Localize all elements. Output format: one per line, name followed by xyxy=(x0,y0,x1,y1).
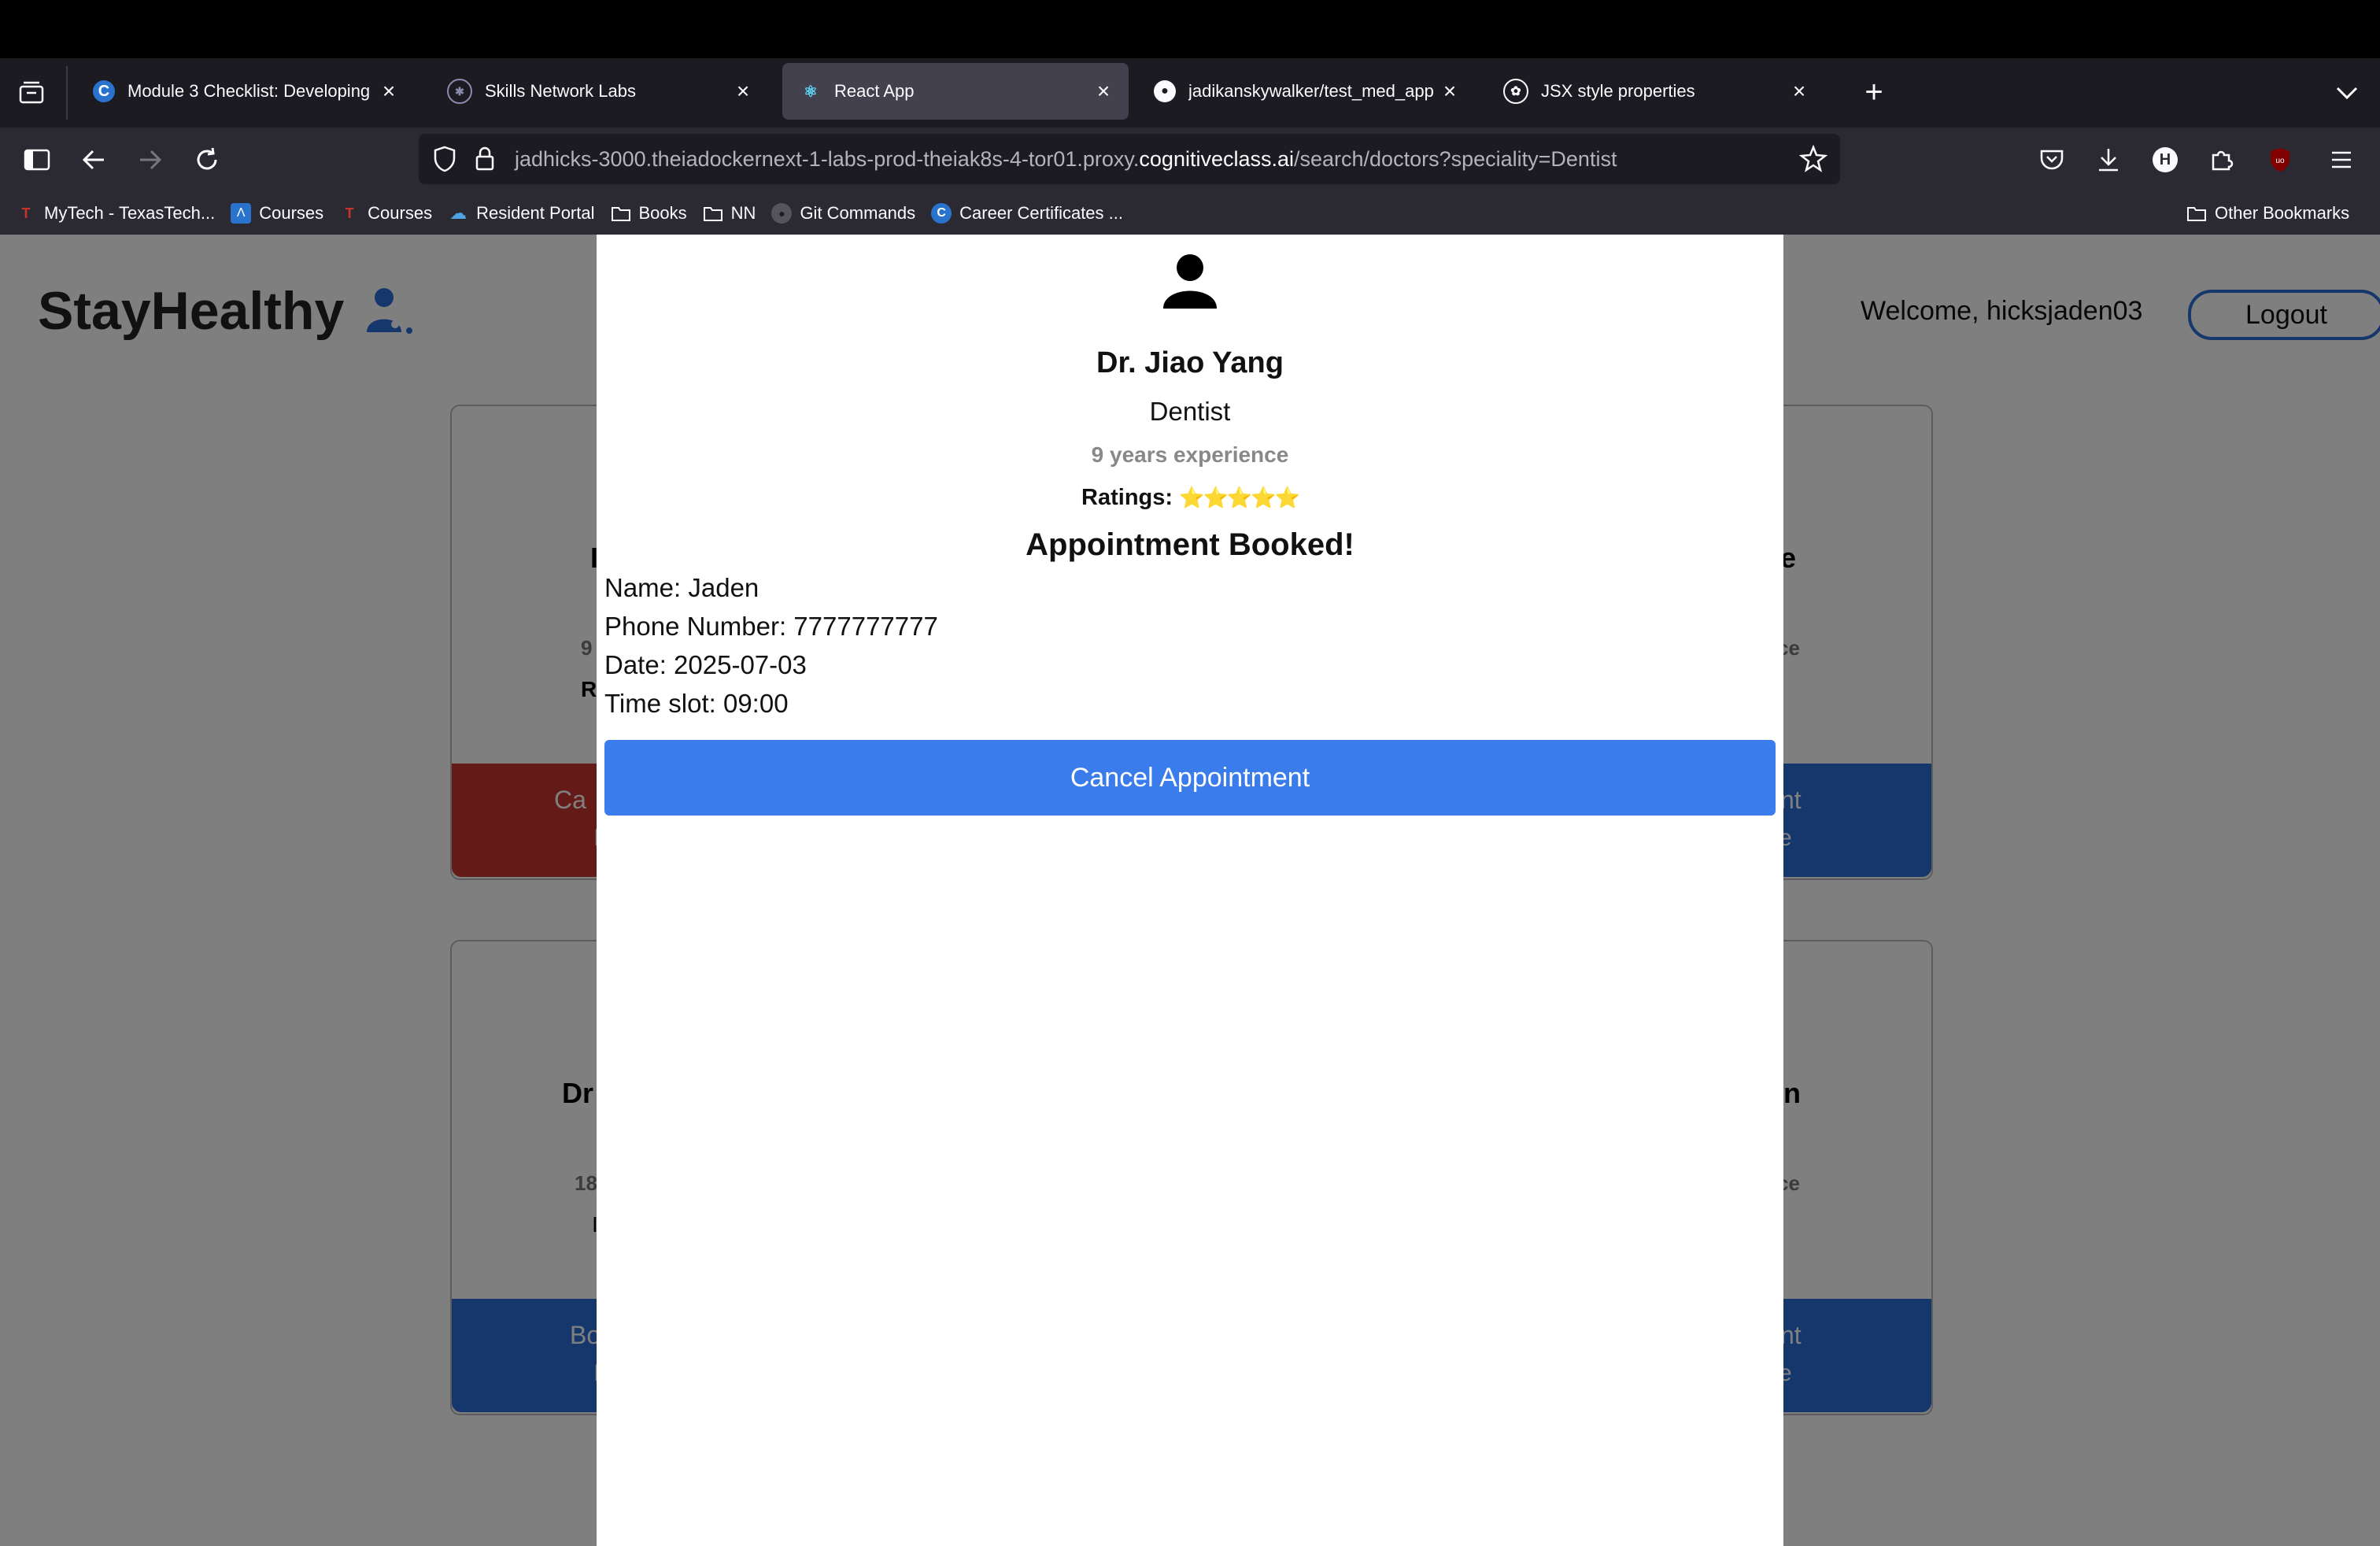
tab-react-app[interactable]: ⚛ React App × xyxy=(782,63,1129,120)
url-path: /search/doctors?speciality=Dentist xyxy=(1294,146,1617,171)
openai-icon: ✿ xyxy=(1503,79,1528,104)
navigation-bar: jadhicks-3000.theiadockernext-1-labs-pro… xyxy=(0,128,2380,192)
tab-module3[interactable]: C Module 3 Checklist: Developing × xyxy=(76,63,414,120)
bookmark-courses-canvas[interactable]: Λ Courses xyxy=(231,203,323,224)
bookmark-label: Courses xyxy=(259,203,324,223)
skills-network-icon: ✱ xyxy=(447,79,472,104)
patient-phone: Phone Number: 7777777777 xyxy=(604,612,938,641)
cancel-appointment-button[interactable]: Cancel Appointment xyxy=(604,740,1776,816)
texas-tech-icon: T xyxy=(21,205,31,221)
bookmark-mytech[interactable]: T MyTech - TexasTech... xyxy=(16,203,216,224)
bookmark-career-certificates[interactable]: C Career Certificates ... xyxy=(931,203,1123,224)
reload-icon[interactable] xyxy=(189,142,225,178)
download-icon[interactable] xyxy=(2090,142,2127,178)
url-bar[interactable]: jadhicks-3000.theiadockernext-1-labs-pro… xyxy=(419,134,1840,184)
bookmark-label: Books xyxy=(638,203,687,223)
bookmarks-bar: T MyTech - TexasTech... Λ Courses T Courses… xyxy=(0,192,2380,235)
bookmark-label: Other Bookmarks xyxy=(2215,203,2350,223)
tab-title: Skills Network Labs xyxy=(485,81,636,101)
folder-icon xyxy=(703,203,723,224)
coursera-c-icon: C xyxy=(931,203,952,224)
doctor-speciality: Dentist xyxy=(1149,397,1231,426)
appointment-date: Date: 2025-07-03 xyxy=(604,650,807,679)
bookmark-books[interactable]: Books xyxy=(611,203,687,224)
coursera-c-icon: C xyxy=(93,80,115,102)
patient-name: Name: Jaden xyxy=(604,573,759,602)
github-icon: ● xyxy=(771,203,793,224)
hamburger-menu-icon[interactable] xyxy=(2323,142,2360,178)
tab-overview-icon[interactable] xyxy=(17,79,46,107)
bookmark-other[interactable]: Other Bookmarks xyxy=(2186,203,2349,224)
folder-icon xyxy=(2186,203,2207,224)
new-tab-plus-icon[interactable]: + xyxy=(1856,74,1892,110)
chevron-down-icon[interactable] xyxy=(2330,76,2364,110)
tab-bar: C Module 3 Checklist: Developing × ✱ Ski… xyxy=(0,58,2380,128)
ratings-label: Ratings: xyxy=(1081,485,1173,510)
canvas-icon: Λ xyxy=(231,203,252,224)
tab-title: React App xyxy=(834,81,915,101)
bookmark-courses-tt[interactable]: T Courses xyxy=(339,203,432,224)
bookmark-label: Courses xyxy=(368,203,433,223)
sidebar-toggle-icon[interactable] xyxy=(19,142,55,178)
doctor-ratings: Ratings: ⭐⭐⭐⭐⭐ xyxy=(597,485,1783,511)
appointment-modal: Dr. Jiao Yang Dentist 9 years experience… xyxy=(597,235,1783,1546)
close-icon[interactable]: × xyxy=(375,79,403,104)
extensions-puzzle-icon[interactable] xyxy=(2204,142,2240,178)
tab-skills-network[interactable]: ✱ Skills Network Labs × xyxy=(430,63,768,120)
bookmark-label: NN xyxy=(730,203,756,223)
tab-title: jadikanskywalker/test_med_app xyxy=(1188,81,1434,101)
pocket-icon[interactable] xyxy=(2034,142,2070,178)
folder-icon xyxy=(611,203,631,224)
lock-icon[interactable] xyxy=(474,146,496,172)
bookmark-label: Resident Portal xyxy=(476,203,595,223)
back-arrow-icon[interactable] xyxy=(76,142,112,178)
url-text[interactable]: jadhicks-3000.theiadockernext-1-labs-pro… xyxy=(515,147,1617,172)
bookmark-label: Career Certificates ... xyxy=(959,203,1123,223)
tab-jsx-style[interactable]: ✿ JSX style properties × xyxy=(1486,63,1824,120)
react-icon: ⚛ xyxy=(804,83,818,101)
cloud-icon: ☁ xyxy=(449,203,468,223)
tab-title: JSX style properties xyxy=(1541,81,1695,101)
close-icon[interactable]: × xyxy=(1089,79,1118,104)
bookmark-label: MyTech - TexasTech... xyxy=(44,203,216,223)
booked-title: Appointment Booked! xyxy=(1026,527,1354,562)
star-bookmark-icon[interactable] xyxy=(1798,144,1828,173)
appointment-time-slot: Time slot: 09:00 xyxy=(604,689,789,718)
ublock-origin-icon[interactable]: uo xyxy=(2262,142,2298,178)
close-icon[interactable]: × xyxy=(1436,79,1464,104)
url-host: cognitiveclass.ai xyxy=(1139,146,1294,171)
rating-stars-icon: ⭐⭐⭐⭐⭐ xyxy=(1179,486,1300,509)
svg-text:uo: uo xyxy=(2275,157,2285,165)
bookmark-label: Git Commands xyxy=(800,203,916,223)
tab-title: Module 3 Checklist: Developing xyxy=(128,81,371,101)
close-icon[interactable]: × xyxy=(1785,79,1813,104)
doctor-name: Dr. Jiao Yang xyxy=(1096,346,1284,379)
bookmark-git-commands[interactable]: ● Git Commands xyxy=(771,203,915,224)
profile-h-icon[interactable]: H xyxy=(2147,142,2183,178)
shield-icon[interactable] xyxy=(433,146,456,172)
page-viewport: StayHealthy ts Welcome, hicksjaden03 Log… xyxy=(0,235,2380,1546)
close-icon[interactable]: × xyxy=(729,79,757,104)
github-icon: ● xyxy=(1154,80,1176,102)
bookmark-nn[interactable]: NN xyxy=(703,203,756,224)
doctor-experience: 9 years experience xyxy=(1091,442,1289,467)
window-top-strip xyxy=(0,0,2380,58)
url-prefix: jadhicks-3000.theiadockernext-1-labs-pro… xyxy=(515,146,1140,171)
tab-divider xyxy=(66,66,68,120)
forward-arrow-icon[interactable] xyxy=(132,142,168,178)
texas-tech-icon: T xyxy=(345,205,354,221)
user-avatar-icon xyxy=(1160,250,1220,310)
tab-github[interactable]: ● jadikanskywalker/test_med_app × xyxy=(1136,63,1475,120)
bookmark-resident-portal[interactable]: ☁ Resident Portal xyxy=(448,203,594,224)
